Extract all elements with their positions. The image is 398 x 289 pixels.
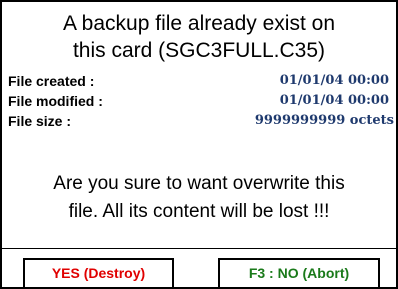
overwrite-confirm-dialog: A backup file already exist on this card… <box>0 0 398 289</box>
dialog-title-line-1: A backup file already exist on <box>63 12 335 35</box>
warning-message-line-1: Are you sure to want overwrite this <box>53 173 345 194</box>
file-size-label: File size : <box>8 113 72 129</box>
file-size-value: 9999999999 octets <box>254 113 394 128</box>
dialog-title-line-2: this card (SGC3FULL.C35) <box>72 39 326 62</box>
file-modified-row: File modified : 01/01/04 00:00 <box>2 92 394 110</box>
file-modified-value: 01/01/04 00:00 <box>279 93 389 108</box>
file-created-label: File created : <box>8 73 95 89</box>
warning-message-line-2: file. All its content will be lost !!! <box>68 201 330 222</box>
file-modified-label: File modified : <box>8 93 103 109</box>
file-created-row: File created : 01/01/04 00:00 <box>2 72 394 90</box>
file-created-value: 01/01/04 00:00 <box>279 73 389 88</box>
no-abort-button[interactable]: F3 : NO (Abort) <box>218 258 380 289</box>
button-area-divider <box>2 248 396 249</box>
yes-destroy-button[interactable]: YES (Destroy) <box>23 258 174 289</box>
file-size-row: File size : 9999999999 octets <box>2 112 394 130</box>
